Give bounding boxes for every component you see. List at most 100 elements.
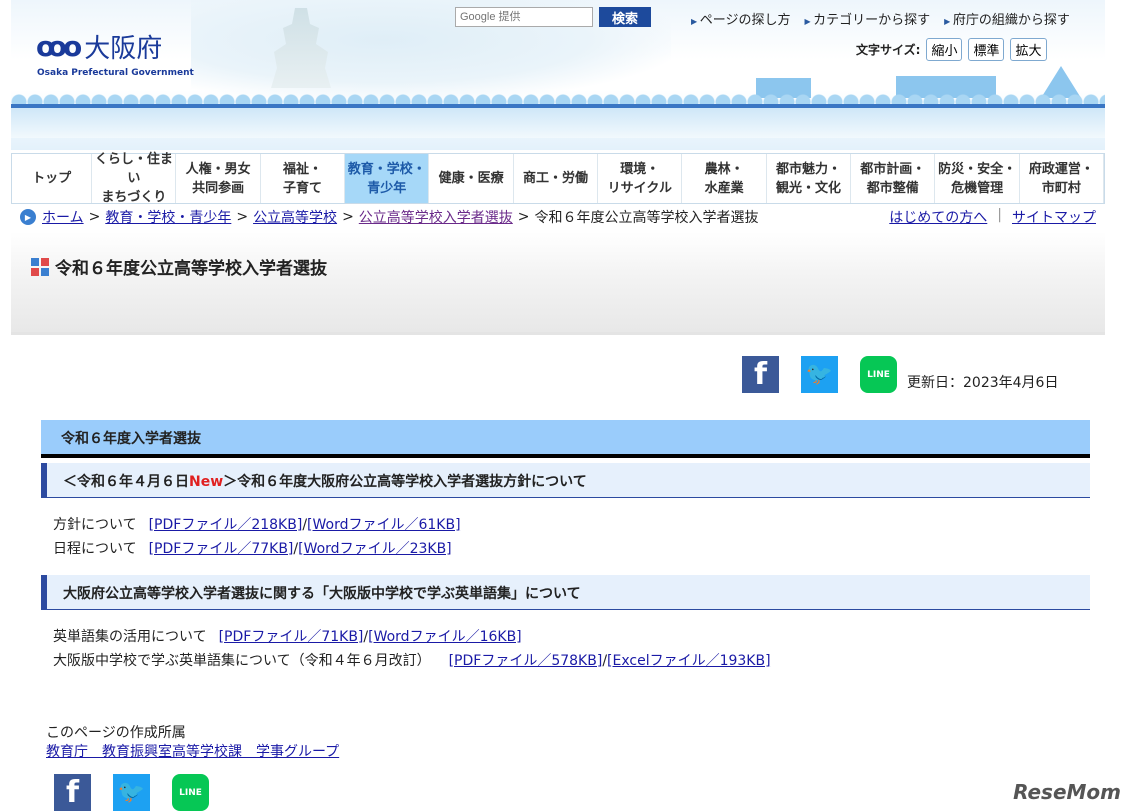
nav-item[interactable]: くらし・住まいまちづくり bbox=[92, 152, 177, 205]
font-smaller-button[interactable]: 縮小 bbox=[926, 38, 963, 61]
file-row: 方針について [PDFファイル／218KB]/[Wordファイル／61KB] bbox=[53, 517, 461, 533]
nav-item-label: 観光・文化 bbox=[775, 180, 841, 196]
breadcrumb: ▶ ホーム > 教育・学校・青少年 > 公立高等学校 > 公立高等学校入学者選抜 > 令… bbox=[20, 207, 1096, 227]
word-link[interactable]: [Wordファイル／16KB] bbox=[368, 629, 522, 645]
logo-mark-icon: ꝏo bbox=[36, 30, 82, 63]
nav-item-label: 防災・安全・ bbox=[938, 161, 1017, 177]
excel-link[interactable]: [Excelファイル／193KB] bbox=[607, 653, 771, 669]
main-nav: トップ くらし・住まい まちづくり 人権・男女 共同参画 福祉・ 子育て 教育・学校・ 青少年健… bbox=[11, 152, 1105, 205]
watermark-logo: ReseMom bbox=[1013, 780, 1121, 804]
nav-item-label: 農林・ bbox=[704, 161, 744, 177]
nav-item-label: 環境・ bbox=[620, 161, 660, 177]
pdf-link[interactable]: [PDFファイル／218KB] bbox=[149, 517, 303, 533]
new-badge: New bbox=[189, 474, 224, 490]
search-input[interactable] bbox=[455, 7, 593, 27]
nav-item-label: 都市計画・ bbox=[860, 161, 926, 177]
nav-item-label: 福祉・ bbox=[282, 161, 322, 177]
line-icon[interactable]: LINE bbox=[172, 774, 209, 811]
row-label: 大阪版中学校で学ぶ英単語集について（令和４年６月改訂） bbox=[53, 653, 431, 669]
breadcrumb-current: 令和６年度公立高等学校入学者選抜 bbox=[534, 210, 759, 226]
nav-item[interactable]: 環境・ リサイクル bbox=[598, 154, 683, 203]
font-larger-button[interactable]: 拡大 bbox=[1010, 38, 1047, 61]
updated-date: 更新日：2023年4月6日 bbox=[907, 375, 1059, 391]
nav-item[interactable]: 商工・労働 bbox=[514, 154, 599, 203]
nav-item-label: 教育・学校・ bbox=[347, 161, 426, 177]
top-link-organization[interactable]: 府庁の組織から探す bbox=[944, 9, 1070, 28]
heading-suffix: ＞令和６年度大阪府公立高等学校入学者選抜方針について bbox=[223, 474, 587, 490]
share-buttons-bottom: f 🐦 LINE bbox=[54, 774, 209, 811]
pdf-link[interactable]: [PDFファイル／71KB] bbox=[219, 629, 364, 645]
breadcrumb-education[interactable]: 教育・学校・青少年 bbox=[105, 207, 231, 227]
nav-item[interactable]: 福祉・ 子育て bbox=[261, 154, 346, 203]
breadcrumb-public-high-school[interactable]: 公立高等学校 bbox=[253, 207, 337, 227]
nav-item[interactable]: 健康・医療 bbox=[429, 154, 514, 203]
nav-item-label: 都市魅力・ bbox=[775, 161, 841, 177]
nav-item-label: くらし・住まい bbox=[94, 152, 173, 186]
nav-item[interactable]: 都市魅力・観光・文化 bbox=[767, 154, 852, 203]
nav-item-label: 青少年 bbox=[367, 180, 407, 196]
top-link-page-guide[interactable]: ページの探し方 bbox=[691, 9, 791, 28]
search-form: 検索 bbox=[455, 7, 651, 27]
breadcrumb-admission[interactable]: 公立高等学校入学者選抜 bbox=[359, 207, 513, 227]
top-link-category[interactable]: カテゴリーから探す bbox=[804, 9, 930, 28]
nav-item-label: 府政運営・ bbox=[1028, 161, 1094, 177]
subsection-heading-policy: ＜令和６年４月６日New＞令和６年度大阪府公立高等学校入学者選抜方針について bbox=[41, 463, 1090, 498]
section-heading: 令和６年度入学者選抜 bbox=[41, 420, 1090, 458]
sitemap-link[interactable]: サイトマップ bbox=[1012, 207, 1096, 227]
page-title-text: 令和６年度公立高等学校入学者選抜 bbox=[55, 259, 327, 279]
font-size-label: 文字サイズ: bbox=[856, 43, 921, 57]
logo-text: 大阪府 bbox=[84, 34, 163, 64]
nav-item-label: リサイクル bbox=[607, 180, 672, 196]
row-label: 英単語集の活用について bbox=[53, 629, 207, 645]
nav-item-label: 共同参画 bbox=[192, 180, 245, 196]
footer-dept-link[interactable]: 教育庁 教育振興室高等学校課 学事グループ bbox=[46, 741, 339, 761]
footer-label: このページの作成所属 bbox=[46, 725, 186, 741]
reflection bbox=[11, 108, 1105, 138]
nav-item-label: 商工・労働 bbox=[522, 171, 588, 186]
row-label: 方針について bbox=[53, 517, 137, 533]
word-link[interactable]: [Wordファイル／23KB] bbox=[298, 541, 452, 557]
file-row: 英単語集の活用について [PDFファイル／71KB]/[Wordファイル／16KB… bbox=[53, 629, 522, 645]
font-size-controls: 文字サイズ: 縮小 標準 拡大 bbox=[856, 38, 1047, 61]
title-band: 令和６年度公立高等学校入学者選抜 bbox=[11, 232, 1105, 335]
nav-item-label: 危機管理 bbox=[951, 180, 1004, 196]
nav-item-label: トップ bbox=[32, 171, 72, 186]
share-buttons-top: f 🐦 LINE bbox=[742, 356, 897, 393]
play-circle-icon: ▶ bbox=[20, 209, 36, 225]
top-links: ページの探し方 カテゴリーから探す 府庁の組織から探す bbox=[691, 9, 1070, 28]
search-button[interactable]: 検索 bbox=[599, 7, 651, 27]
logo[interactable]: ꝏo 大阪府 bbox=[36, 28, 162, 65]
breadcrumb-home[interactable]: ホーム bbox=[42, 207, 84, 227]
font-standard-button[interactable]: 標準 bbox=[968, 38, 1005, 61]
nav-item-label: 人権・男女 bbox=[185, 161, 251, 177]
nav-item[interactable]: トップ bbox=[12, 154, 93, 203]
twitter-icon[interactable]: 🐦 bbox=[801, 356, 838, 393]
first-time-link[interactable]: はじめての方へ bbox=[889, 207, 987, 227]
line-icon[interactable]: LINE bbox=[860, 356, 897, 393]
row-label: 日程について bbox=[53, 541, 137, 557]
twitter-icon[interactable]: 🐦 bbox=[113, 774, 150, 811]
heading-prefix: ＜令和６年４月６日 bbox=[63, 474, 189, 490]
nav-item[interactable]: 人権・男女 共同参画 bbox=[176, 154, 261, 203]
pdf-link[interactable]: [PDFファイル／77KB] bbox=[149, 541, 294, 557]
page-title: 令和６年度公立高等学校入学者選抜 bbox=[31, 254, 327, 279]
nav-item-label: 都市整備 bbox=[866, 180, 919, 196]
nav-item[interactable]: 農林・ 水産業 bbox=[682, 154, 767, 203]
nav-item-label: 水産業 bbox=[704, 180, 744, 196]
nav-item[interactable]: 府政運営・ 市町村 bbox=[1020, 154, 1105, 203]
file-row: 日程について [PDFファイル／77KB]/[Wordファイル／23KB] bbox=[53, 541, 452, 557]
file-row: 大阪版中学校で学ぶ英単語集について（令和４年６月改訂） [PDFファイル／578K… bbox=[53, 653, 771, 669]
nav-item-label: 子育て bbox=[282, 180, 322, 196]
pdf-link[interactable]: [PDFファイル／578KB] bbox=[449, 653, 603, 669]
nav-item[interactable]: 都市計画・ 都市整備 bbox=[851, 154, 936, 203]
nav-item-label: まちづくり bbox=[101, 190, 167, 205]
word-link[interactable]: [Wordファイル／61KB] bbox=[307, 517, 461, 533]
nav-item-label: 市町村 bbox=[1041, 180, 1081, 196]
nav-item-label: 健康・医療 bbox=[438, 171, 504, 186]
nav-item[interactable]: 防災・安全・ 危機管理 bbox=[935, 154, 1020, 203]
logo-subtitle: Osaka Prefectural Government bbox=[37, 68, 194, 78]
nav-item[interactable]: 教育・学校・ 青少年 bbox=[345, 154, 430, 203]
facebook-icon[interactable]: f bbox=[742, 356, 779, 393]
facebook-icon[interactable]: f bbox=[54, 774, 91, 811]
title-squares-icon bbox=[31, 257, 49, 276]
